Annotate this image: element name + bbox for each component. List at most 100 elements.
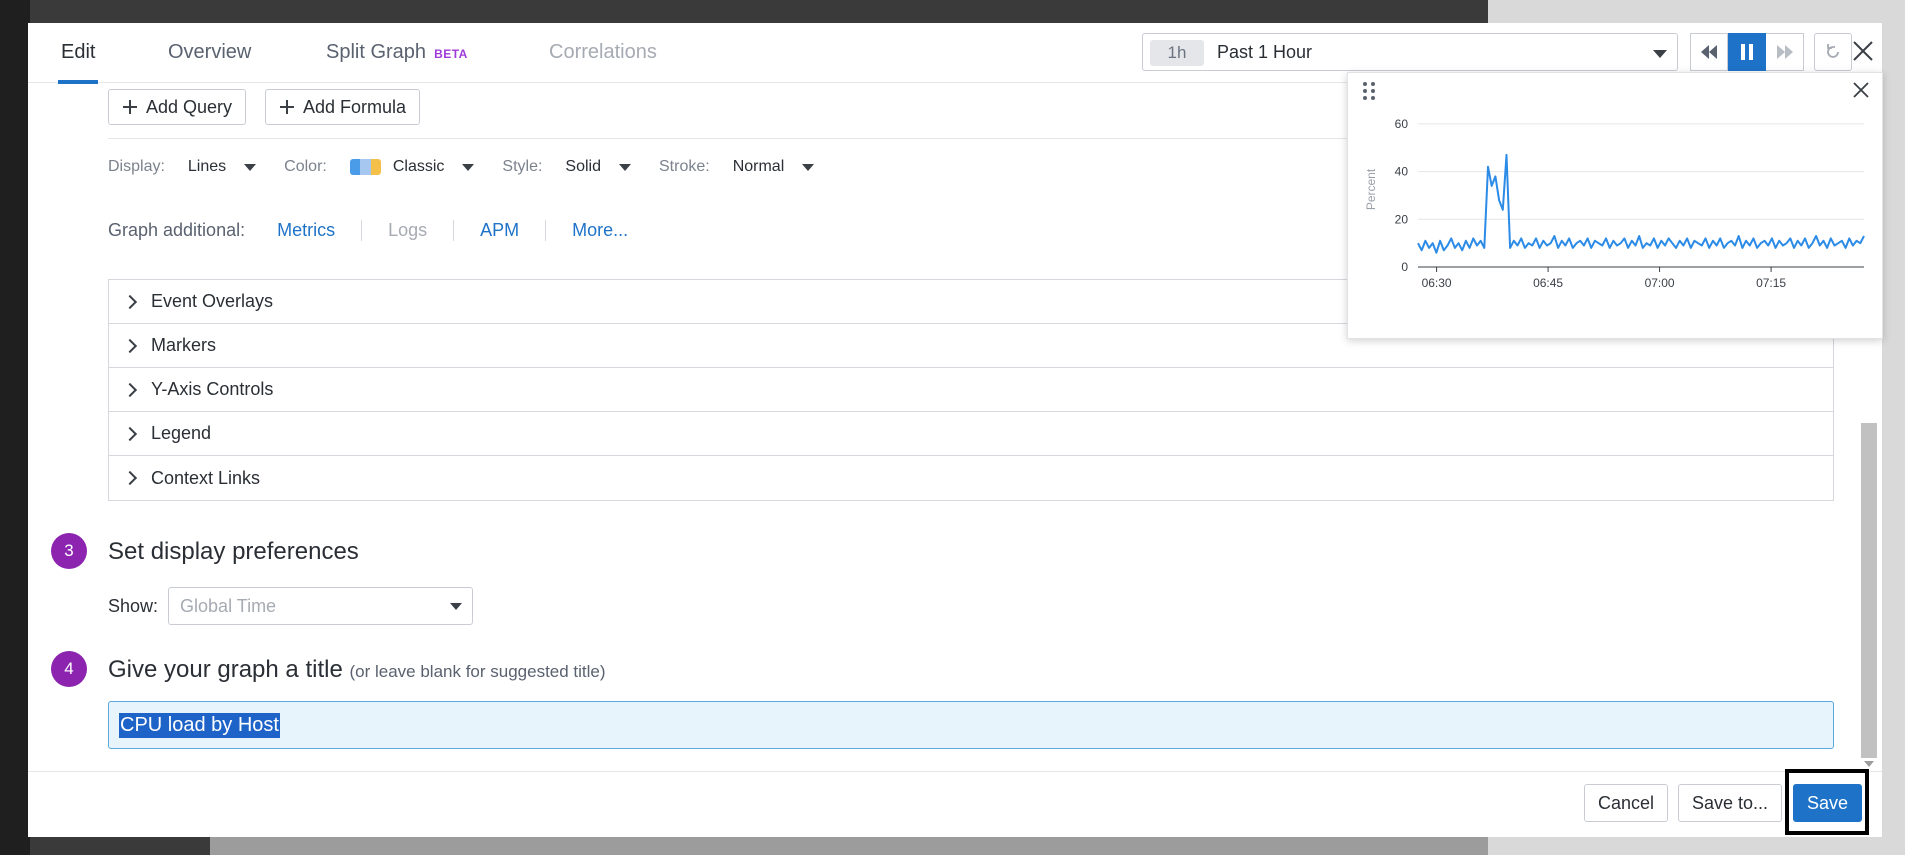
chevron-right-icon [122, 338, 138, 353]
save-to-button[interactable]: Save to... [1678, 784, 1783, 822]
scrollbar-thumb[interactable] [1861, 423, 1877, 758]
close-modal-button[interactable] [1848, 36, 1878, 66]
add-formula-label: Add Formula [303, 96, 407, 117]
accordion-y-axis-controls[interactable]: Y-Axis Controls [109, 368, 1833, 412]
time-range-badge: 1h [1150, 40, 1204, 66]
close-preview-button[interactable] [1852, 81, 1870, 104]
save-to-label: Save to... [1692, 792, 1769, 813]
tab-correlations[interactable]: Correlations [549, 41, 657, 64]
show-row: Show: Global Time [108, 587, 474, 625]
step-subtitle: (or leave blank for suggested title) [349, 662, 606, 681]
color-label: Color: [284, 158, 327, 175]
cpu-line-chart: 0 20 40 60 06:30 06:45 07:00 07:15 Percent [1364, 117, 1865, 290]
accordion-context-links[interactable]: Context Links [109, 456, 1833, 500]
rewind-icon [1701, 45, 1717, 59]
y-tick-label: 60 [1395, 117, 1409, 131]
cancel-button[interactable]: Cancel [1584, 784, 1669, 822]
chevron-down-icon[interactable] [462, 163, 475, 171]
logs-link[interactable]: Logs [361, 219, 453, 241]
chevron-down-icon [450, 603, 463, 610]
chevron-right-icon [122, 294, 138, 309]
accordion-label: Legend [151, 423, 212, 443]
step-number-badge: 3 [51, 533, 87, 569]
rewind-button[interactable] [1690, 33, 1728, 71]
cancel-label: Cancel [1598, 792, 1655, 813]
display-options-row: Display: Lines Color: Classic Style: Sol… [108, 155, 842, 179]
time-range-picker[interactable]: 1h Past 1 Hour [1142, 33, 1678, 71]
accordion-label: Context Links [151, 467, 261, 488]
refresh-icon [1827, 44, 1839, 58]
y-tick-label: 0 [1401, 260, 1408, 274]
display-select[interactable]: Lines [188, 158, 226, 176]
pause-icon [1740, 44, 1753, 60]
cpu-series-line [1417, 153, 1865, 254]
scroll-down-arrow-icon[interactable] [1864, 761, 1874, 767]
accordion-legend[interactable]: Legend [109, 412, 1833, 456]
stroke-select[interactable]: Normal [733, 158, 785, 176]
more-link[interactable]: More... [545, 219, 654, 241]
graph-additional-label: Graph additional: [108, 219, 246, 240]
graph-additional-row: Graph additional: Metrics Logs APM More.… [108, 215, 654, 245]
swatch-color [349, 159, 361, 175]
chevron-right-icon [122, 426, 138, 441]
graph-title-input[interactable]: CPU load by Host [108, 701, 1834, 749]
refresh-button[interactable] [1814, 33, 1852, 71]
chevron-right-icon [122, 470, 138, 486]
fast-forward-button[interactable] [1766, 33, 1804, 71]
color-select[interactable]: Classic [393, 158, 445, 176]
plus-icon [123, 100, 137, 114]
stroke-label: Stroke: [659, 158, 710, 175]
y-tick-label: 40 [1395, 165, 1409, 179]
beta-badge: BETA [434, 47, 468, 61]
chevron-down-icon[interactable] [802, 163, 815, 171]
pause-button[interactable] [1728, 33, 1766, 71]
fast-forward-icon [1776, 45, 1793, 59]
tab-label: Split Graph [326, 41, 427, 63]
tab-label: Edit [61, 41, 96, 63]
step-number-badge: 4 [51, 651, 87, 687]
tab-label: Correlations [549, 41, 657, 63]
x-tick-label: 06:45 [1533, 276, 1563, 290]
chevron-right-icon [122, 382, 138, 397]
style-select[interactable]: Solid [565, 158, 601, 176]
accordion-label: Y-Axis Controls [151, 379, 274, 399]
accordion-label: Event Overlays [151, 291, 274, 311]
show-select[interactable]: Global Time [168, 587, 474, 625]
close-icon [1853, 82, 1869, 98]
editor-footer: Cancel Save to... Save [28, 771, 1882, 837]
chevron-down-icon[interactable] [244, 163, 257, 171]
time-range-label: Past 1 Hour [1217, 42, 1313, 62]
plus-icon [280, 100, 294, 114]
accordion-label: Markers [151, 335, 217, 355]
y-axis-label: Percent [1364, 168, 1378, 210]
app-left-nav [0, 0, 30, 855]
apm-link[interactable]: APM [453, 219, 545, 241]
y-tick-label: 20 [1395, 212, 1409, 226]
show-label: Show: [108, 595, 159, 616]
chevron-down-icon [1653, 50, 1667, 58]
close-icon [1853, 41, 1873, 61]
x-tick-label: 06:30 [1422, 276, 1452, 290]
x-tick-label: 07:00 [1645, 276, 1675, 290]
tab-overview[interactable]: Overview [168, 41, 251, 64]
show-select-value: Global Time [180, 596, 277, 616]
chevron-down-icon[interactable] [619, 163, 631, 171]
step-title: Set display preferences [108, 538, 359, 565]
palette-swatch [349, 159, 381, 175]
step-title-container: Give your graph a title (or leave blank … [108, 656, 606, 684]
save-focus-outline [1785, 769, 1869, 835]
time-controls [1690, 33, 1852, 71]
tab-split-graph[interactable]: Split Graph BETA [326, 41, 468, 64]
add-query-button[interactable]: Add Query [108, 89, 247, 125]
swatch-color [370, 159, 381, 175]
tab-edit[interactable]: Edit [57, 41, 99, 84]
x-tick-label: 07:15 [1756, 276, 1786, 290]
add-formula-button[interactable]: Add Formula [265, 89, 421, 125]
tab-label: Overview [168, 41, 252, 63]
swatch-color [360, 159, 371, 175]
add-query-label: Add Query [146, 96, 233, 117]
display-label: Display: [108, 158, 165, 175]
graph-preview-popover: 0 20 40 60 06:30 06:45 07:00 07:15 Percent [1347, 72, 1883, 339]
graph-title-value: CPU load by Host [119, 712, 280, 738]
metrics-link[interactable]: Metrics [277, 220, 361, 241]
